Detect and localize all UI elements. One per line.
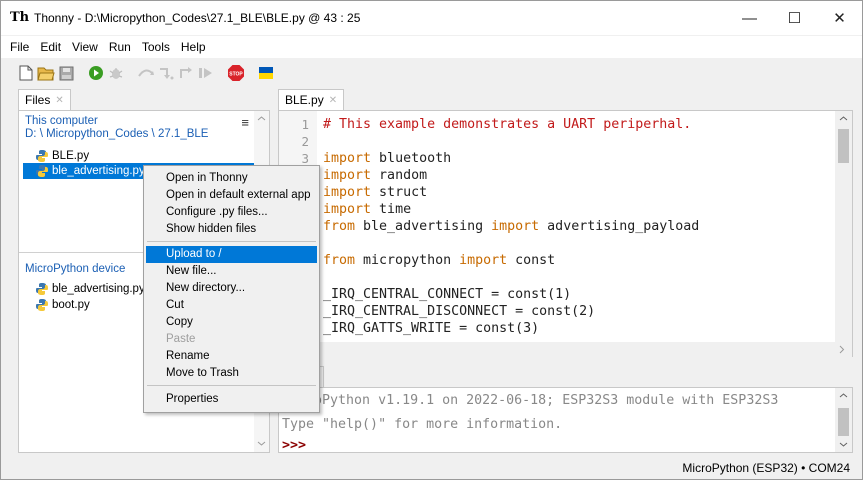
python-file-icon: [35, 298, 49, 312]
shell-scrollbar[interactable]: [835, 388, 852, 452]
window-title: Thonny - D:\Micropython_Codes\27.1_BLE\B…: [34, 11, 361, 25]
shell-hint: Type "help()" for more information.: [282, 417, 563, 432]
keyword: import: [323, 168, 372, 183]
close-icon[interactable]: ✕: [329, 95, 337, 106]
menu-item-configure-py[interactable]: Configure .py files...: [146, 204, 317, 221]
menu-separator: [147, 385, 316, 386]
stop-icon-label: STOP: [229, 72, 243, 78]
open-folder-icon[interactable]: [37, 64, 55, 82]
window-controls: — ☐ ✕: [727, 1, 862, 35]
files-tab-label: Files: [25, 93, 51, 107]
file-item-ble[interactable]: BLE.py: [23, 148, 89, 164]
tab-ble-py[interactable]: BLE.py ✕: [278, 89, 345, 110]
code-text: random: [371, 168, 428, 183]
keyword: import: [459, 253, 508, 268]
menu-item-cut[interactable]: Cut: [146, 297, 317, 314]
menu-item-rename[interactable]: Rename: [146, 348, 317, 365]
menu-edit[interactable]: Edit: [35, 40, 67, 54]
menu-separator: [147, 241, 316, 242]
menu-run[interactable]: Run: [104, 40, 137, 54]
step-out-icon[interactable]: [177, 64, 195, 82]
save-icon[interactable]: [57, 64, 75, 82]
debug-icon[interactable]: [107, 64, 125, 82]
device-section-title: MicroPython device: [25, 263, 126, 275]
code-text: _IRQ_GATTS_WRITE = const(3): [323, 321, 540, 336]
ukraine-flag-icon[interactable]: [257, 64, 275, 82]
thonny-app-icon: Th: [10, 10, 30, 25]
code-text: const: [507, 253, 556, 268]
file-name: boot.py: [52, 299, 90, 311]
file-name: ble_advertising.py: [52, 283, 145, 295]
shell-banner: MicroPython v1.19.1 on 2022-06-18; ESP32…: [282, 393, 779, 408]
menu-item-copy[interactable]: Copy: [146, 314, 317, 331]
code-text: struct: [371, 185, 428, 200]
python-file-icon: [35, 282, 49, 296]
python-file-icon: [35, 164, 49, 178]
close-button[interactable]: ✕: [817, 1, 862, 35]
line-number: 2: [301, 134, 309, 149]
keyword: import: [323, 202, 372, 217]
keyword: from: [323, 219, 356, 234]
resume-icon[interactable]: [197, 64, 215, 82]
menu-tools[interactable]: Tools: [137, 40, 176, 54]
shell-console[interactable]: MicroPython v1.19.1 on 2022-06-18; ESP32…: [278, 387, 853, 453]
title-bar: Th Thonny - D:\Micropython_Codes\27.1_BL…: [1, 1, 862, 35]
shell-prompt: >>>: [282, 438, 307, 453]
menu-bar: File Edit View Run Tools Help: [1, 36, 862, 58]
toolbar: STOP: [1, 59, 862, 87]
menu-item-open-in-thonny[interactable]: Open in Thonny: [146, 170, 317, 187]
files-menu-icon[interactable]: ≡: [241, 115, 249, 130]
keyword: from: [323, 253, 356, 268]
code-comment: # This example demonstrates a UART perip…: [323, 117, 692, 132]
menu-item-new-directory[interactable]: New directory...: [146, 280, 317, 297]
minimize-button[interactable]: —: [727, 1, 772, 35]
device-file-item-boot[interactable]: boot.py: [23, 297, 90, 313]
menu-item-upload[interactable]: Upload to /: [146, 246, 317, 263]
context-menu: Open in Thonny Open in default external …: [143, 165, 320, 413]
menu-view[interactable]: View: [67, 40, 104, 54]
tab-files[interactable]: Files ✕: [18, 89, 71, 110]
code-text: _IRQ_CENTRAL_DISCONNECT = const(2): [323, 304, 596, 319]
editor-tab-label: BLE.py: [285, 93, 324, 107]
menu-item-paste: Paste: [166, 333, 196, 345]
code-text: advertising_payload: [539, 219, 700, 234]
device-file-item-ble-advertising[interactable]: ble_advertising.py: [23, 281, 145, 297]
menu-help[interactable]: Help: [176, 40, 212, 54]
code-editor[interactable]: 1 # This example demonstrates a UART peri…: [278, 110, 853, 357]
step-over-icon[interactable]: [137, 64, 155, 82]
maximize-button[interactable]: ☐: [772, 1, 817, 35]
keyword: import: [323, 185, 372, 200]
status-bar: MicroPython (ESP32) • COM24: [1, 456, 862, 479]
menu-item-new-file[interactable]: New file...: [146, 263, 317, 280]
computer-path-breadcrumb[interactable]: D: \ Micropython_Codes \ 27.1_BLE: [25, 128, 208, 140]
menu-file[interactable]: File: [5, 40, 35, 54]
line-number: 1: [301, 117, 309, 132]
code-text: micropython: [355, 253, 460, 268]
file-name: BLE.py: [52, 150, 90, 162]
close-icon[interactable]: ✕: [55, 95, 63, 106]
editor-horizontal-scrollbar[interactable]: [278, 342, 853, 357]
scrollbar-thumb[interactable]: [838, 129, 849, 163]
python-file-icon: [35, 149, 49, 163]
code-text: time: [371, 202, 412, 217]
new-file-icon[interactable]: [17, 64, 35, 82]
computer-section-title: This computer: [25, 115, 98, 127]
menu-item-open-external[interactable]: Open in default external app: [146, 187, 317, 204]
menu-item-move-to-trash[interactable]: Move to Trash: [146, 365, 317, 382]
editor-vertical-scrollbar[interactable]: [835, 111, 852, 356]
stop-icon[interactable]: STOP: [227, 64, 245, 82]
menu-item-show-hidden[interactable]: Show hidden files: [146, 221, 317, 238]
step-into-icon[interactable]: [157, 64, 175, 82]
keyword: import: [323, 151, 372, 166]
menu-item-properties[interactable]: Properties: [146, 391, 317, 408]
keyword: import: [491, 219, 540, 234]
code-text: ble_advertising: [355, 219, 492, 234]
file-name: ble_advertising.py: [52, 165, 145, 177]
code-text: _IRQ_CENTRAL_CONNECT = const(1): [323, 287, 572, 302]
interpreter-status[interactable]: MicroPython (ESP32) • COM24: [682, 461, 850, 475]
code-text: bluetooth: [371, 151, 452, 166]
thonny-window: Th Thonny - D:\Micropython_Codes\27.1_BL…: [0, 0, 863, 480]
run-icon[interactable]: [87, 64, 105, 82]
